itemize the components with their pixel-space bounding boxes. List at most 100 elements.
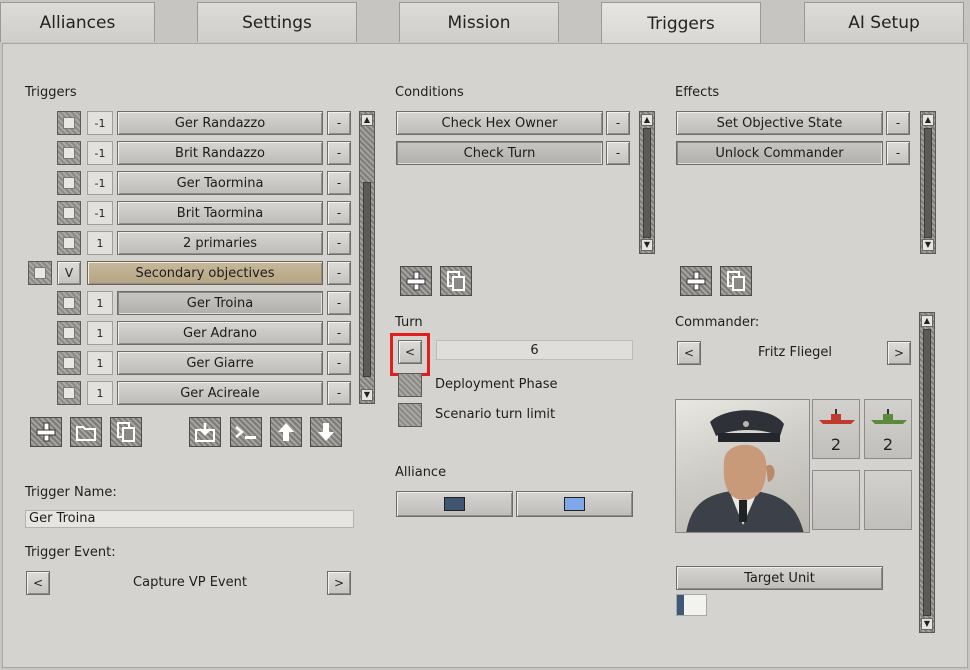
copy-icon xyxy=(117,422,135,442)
alliance-button-1[interactable] xyxy=(396,491,513,517)
scroll-down-icon[interactable]: ▼ xyxy=(922,239,934,251)
commander-prev-button[interactable]: < xyxy=(677,341,701,365)
trigger-remove-button[interactable]: - xyxy=(327,111,351,135)
trigger-enable-checkbox[interactable] xyxy=(57,351,81,375)
tab-ai-setup[interactable]: AI Setup xyxy=(804,2,964,42)
trigger-item[interactable]: Ger Randazzo xyxy=(117,111,323,135)
effect-unlock-commander[interactable]: Unlock Commander xyxy=(676,141,883,165)
trigger-enable-checkbox[interactable] xyxy=(57,171,81,195)
alliance-button-2[interactable] xyxy=(516,491,633,517)
tab-mission[interactable]: Mission xyxy=(399,2,559,42)
trigger-item[interactable]: Ger Adrano xyxy=(117,321,323,345)
unit-slot-3[interactable] xyxy=(812,470,860,530)
trigger-number: 1 xyxy=(87,381,113,405)
move-down-button[interactable] xyxy=(310,417,342,447)
effect-remove-button[interactable]: - xyxy=(886,141,910,165)
commander-scrollbar[interactable]: ▲ ▼ xyxy=(919,312,935,633)
trigger-name-field[interactable]: Ger Troina xyxy=(25,510,354,528)
scroll-thumb[interactable] xyxy=(923,329,931,616)
conditions-scrollbar[interactable]: ▲ ▼ xyxy=(639,111,655,254)
trigger-number: 1 xyxy=(87,291,113,315)
condition-remove-button[interactable]: - xyxy=(606,141,630,165)
trigger-enable-checkbox[interactable] xyxy=(28,261,52,285)
effect-remove-button[interactable]: - xyxy=(886,111,910,135)
folder-icon xyxy=(76,426,96,441)
scroll-up-icon[interactable]: ▲ xyxy=(361,114,373,126)
target-unit-button[interactable]: Target Unit xyxy=(676,566,883,590)
trigger-remove-button[interactable]: - xyxy=(327,261,351,285)
copy-effect-button[interactable] xyxy=(720,266,752,296)
trigger-item[interactable]: Brit Randazzo xyxy=(117,141,323,165)
trigger-enable-checkbox[interactable] xyxy=(57,231,81,255)
trigger-item[interactable]: Brit Taormina xyxy=(117,201,323,225)
copy-trigger-button[interactable] xyxy=(110,417,142,447)
add-icon xyxy=(686,271,706,291)
tab-label: Mission xyxy=(447,12,511,33)
trigger-remove-button[interactable]: - xyxy=(327,291,351,315)
scroll-up-icon[interactable]: ▲ xyxy=(921,315,933,327)
commander-next-button[interactable]: > xyxy=(887,341,911,365)
commander-portrait xyxy=(675,399,810,533)
tab-triggers[interactable]: Triggers xyxy=(601,2,761,44)
scroll-thumb[interactable] xyxy=(643,128,651,238)
trigger-enable-checkbox[interactable] xyxy=(57,111,81,135)
scroll-down-icon[interactable]: ▼ xyxy=(361,389,373,401)
condition-check-turn[interactable]: Check Turn xyxy=(396,141,603,165)
checkbox-inner xyxy=(63,177,75,189)
trigger-enable-checkbox[interactable] xyxy=(57,141,81,165)
unit-slot-4[interactable] xyxy=(864,470,912,530)
trigger-remove-button[interactable]: - xyxy=(327,351,351,375)
trigger-event-prev-button[interactable]: < xyxy=(26,571,50,595)
effect-set-objective-state[interactable]: Set Objective State xyxy=(676,111,883,135)
condition-remove-button[interactable]: - xyxy=(606,111,630,135)
trigger-enable-checkbox[interactable] xyxy=(57,321,81,345)
deployment-phase-checkbox[interactable] xyxy=(398,373,422,397)
trigger-remove-button[interactable]: - xyxy=(327,141,351,165)
trigger-remove-button[interactable]: - xyxy=(327,381,351,405)
trigger-item[interactable]: Ger Troina xyxy=(117,291,323,315)
scroll-up-icon[interactable]: ▲ xyxy=(641,114,653,126)
trigger-number: 1 xyxy=(87,231,113,255)
move-up-button[interactable] xyxy=(270,417,302,447)
trigger-event-next-button[interactable]: > xyxy=(327,571,351,595)
unit-count: 2 xyxy=(830,435,842,454)
add-condition-button[interactable] xyxy=(400,266,432,296)
trigger-item[interactable]: 2 primaries xyxy=(117,231,323,255)
trigger-remove-button[interactable]: - xyxy=(327,171,351,195)
copy-condition-button[interactable] xyxy=(440,266,472,296)
trigger-victory-flag[interactable]: V xyxy=(57,261,81,285)
unit-slot-2[interactable]: 2 xyxy=(864,399,912,459)
add-icon xyxy=(406,271,426,291)
tab-alliances[interactable]: Alliances xyxy=(0,2,155,42)
import-button[interactable] xyxy=(189,417,221,447)
trigger-scrollbar[interactable]: ▲ ▼ xyxy=(359,111,375,404)
add-trigger-button[interactable] xyxy=(30,417,62,447)
tab-settings[interactable]: Settings xyxy=(197,2,357,42)
commander-heading: Commander: xyxy=(675,315,760,330)
console-button[interactable] xyxy=(230,417,262,447)
scroll-thumb[interactable] xyxy=(363,182,371,377)
condition-check-hex-owner[interactable]: Check Hex Owner xyxy=(396,111,603,135)
trigger-remove-button[interactable]: - xyxy=(327,321,351,345)
scroll-down-icon[interactable]: ▼ xyxy=(921,618,933,630)
scroll-thumb[interactable] xyxy=(924,128,932,238)
trigger-item[interactable]: Secondary objectives xyxy=(87,261,323,285)
trigger-enable-checkbox[interactable] xyxy=(57,201,81,225)
scroll-down-icon[interactable]: ▼ xyxy=(641,239,653,251)
turn-value[interactable]: 6 xyxy=(436,340,633,360)
effects-scrollbar[interactable]: ▲ ▼ xyxy=(920,111,936,254)
scroll-up-icon[interactable]: ▲ xyxy=(922,114,934,126)
target-unit-indicator xyxy=(676,594,707,616)
trigger-item[interactable]: Ger Taormina xyxy=(117,171,323,195)
trigger-remove-button[interactable]: - xyxy=(327,201,351,225)
copy-icon xyxy=(727,271,745,291)
add-effect-button[interactable] xyxy=(680,266,712,296)
trigger-remove-button[interactable]: - xyxy=(327,231,351,255)
trigger-item[interactable]: Ger Acireale xyxy=(117,381,323,405)
trigger-enable-checkbox[interactable] xyxy=(57,291,81,315)
trigger-item[interactable]: Ger Giarre xyxy=(117,351,323,375)
scenario-turn-limit-checkbox[interactable] xyxy=(398,403,422,427)
unit-slot-1[interactable]: 2 xyxy=(812,399,860,459)
trigger-enable-checkbox[interactable] xyxy=(57,381,81,405)
folder-button[interactable] xyxy=(70,417,102,447)
